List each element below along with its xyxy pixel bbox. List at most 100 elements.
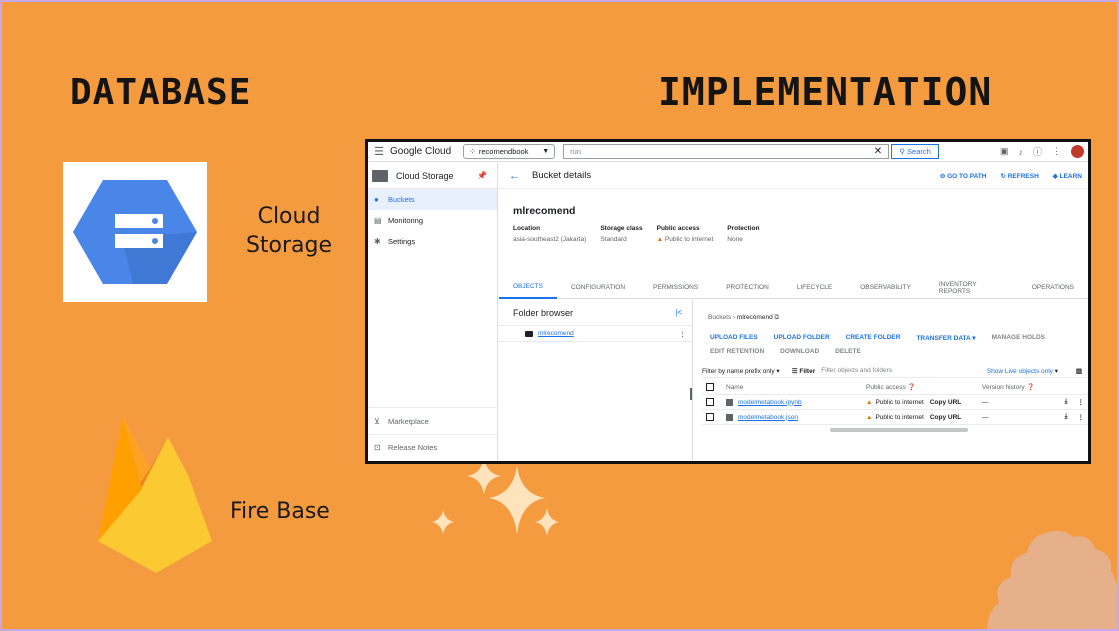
table-row[interactable]: modelmetabook.json ▲ Public to internet Co…: [702, 410, 1088, 425]
sidebar: Cloud Storage 📌 ● Buckets ▤ Monitoring ✱…: [368, 163, 498, 461]
tab-operations[interactable]: OPERATIONS: [1018, 277, 1088, 299]
tab-inventory-reports[interactable]: INVENTORY REPORTS: [925, 277, 1018, 299]
column-header-version-history-label: Version history: [982, 384, 1025, 391]
clear-search-icon[interactable]: ✕: [874, 146, 882, 157]
product-name: Cloud Storage: [396, 170, 454, 181]
select-all-checkbox[interactable]: [706, 383, 714, 391]
refresh-label: REFRESH: [1007, 172, 1039, 180]
sidebar-item-settings[interactable]: ✱ Settings: [368, 231, 497, 252]
sidebar-item-monitoring[interactable]: ▤ Monitoring: [368, 210, 497, 231]
storage-class-key: Storage class: [600, 225, 643, 232]
bucket-icon: [525, 330, 533, 337]
column-header-public-access: Public access ❓: [866, 383, 982, 392]
download-button[interactable]: DOWNLOAD: [780, 348, 819, 355]
warning-icon: ▲: [866, 398, 873, 406]
object-name-cell: modelmetabook.ipynb: [726, 398, 866, 406]
upload-folder-button[interactable]: UPLOAD FOLDER: [774, 334, 830, 342]
filter-input[interactable]: Filter objects and folders: [821, 367, 892, 374]
tab-permissions[interactable]: PERMISSIONS: [639, 277, 712, 299]
download-icon[interactable]: ⤓: [1065, 413, 1068, 421]
console-topbar: ☰ Google Cloud ⁘ recomendbook ▼ run ✕ ⚲ …: [368, 142, 1088, 162]
search-value: run: [570, 147, 581, 156]
row-checkbox[interactable]: [706, 413, 714, 421]
copy-url-button[interactable]: Copy URL: [930, 399, 961, 406]
tab-protection[interactable]: PROTECTION: [712, 277, 783, 299]
public-access-property: Public access ▲ Public to internet: [657, 225, 714, 243]
notifications-icon[interactable]: ♪: [1018, 147, 1023, 157]
column-header-version-history: Version history ❓: [982, 383, 1062, 391]
tab-objects[interactable]: OBJECTS: [499, 277, 557, 299]
copy-url-button[interactable]: Copy URL: [930, 414, 961, 421]
filter-button[interactable]: ☰ Filter: [792, 367, 816, 375]
help-icon[interactable]: ❓: [908, 383, 916, 391]
hamburger-menu-icon[interactable]: ☰: [368, 145, 390, 158]
google-cloud-logo[interactable]: Google Cloud: [390, 146, 451, 157]
search-icon: ⚲: [899, 147, 906, 156]
sidebar-item-marketplace[interactable]: ⊻ Marketplace: [368, 408, 498, 434]
project-selector[interactable]: ⁘ recomendbook ▼: [463, 144, 556, 159]
transfer-data-button[interactable]: TRANSFER DATA ▾: [916, 334, 975, 342]
tab-observability[interactable]: OBSERVABILITY: [846, 277, 925, 299]
collapse-panel-icon[interactable]: |<: [675, 308, 682, 317]
tab-configuration[interactable]: CONFIGURATION: [557, 277, 639, 299]
gear-icon: ✱: [374, 237, 381, 246]
show-dropdown[interactable]: Show Live objects only ▾: [987, 367, 1058, 375]
show-label: Show: [986, 367, 1004, 375]
panel-resize-handle[interactable]: [690, 388, 692, 400]
page-title: Bucket details: [532, 170, 592, 181]
more-vert-icon[interactable]: ⋮: [1078, 413, 1085, 421]
more-vert-icon[interactable]: ⋮: [1052, 146, 1061, 157]
decorative-blob-icon: [987, 530, 1117, 629]
sidebar-item-label: Release Notes: [388, 443, 438, 452]
refresh-button[interactable]: ↻ REFRESH: [1000, 172, 1038, 180]
sidebar-item-label: Buckets: [388, 195, 415, 204]
column-header-name[interactable]: Name: [726, 384, 866, 391]
help-icon[interactable]: ⓘ: [1033, 145, 1042, 158]
back-arrow-icon[interactable]: ←: [509, 170, 520, 182]
object-actions-row-2: EDIT RETENTION DOWNLOAD DELETE: [710, 348, 861, 355]
delete-button[interactable]: DELETE: [835, 348, 861, 355]
create-folder-button[interactable]: CREATE FOLDER: [846, 334, 901, 342]
download-icon[interactable]: ⤓: [1065, 398, 1068, 406]
cloud-console: ☰ Google Cloud ⁘ recomendbook ▼ run ✕ ⚲ …: [368, 142, 1088, 461]
cloud-storage-icon: [372, 169, 388, 182]
more-vert-icon[interactable]: ⋮: [1078, 398, 1085, 406]
manage-holds-button[interactable]: MANAGE HOLDS: [992, 334, 1045, 342]
tab-lifecycle[interactable]: LIFECYCLE: [783, 277, 846, 299]
avatar[interactable]: [1071, 145, 1084, 158]
folder-item[interactable]: mlrecomend ⋮: [499, 326, 692, 342]
cloud-shell-icon[interactable]: ▣: [1000, 146, 1009, 157]
warning-icon: ▲: [866, 413, 873, 421]
more-vert-icon[interactable]: ⋮: [680, 330, 687, 338]
search-input[interactable]: run ✕: [563, 144, 890, 159]
upload-files-button[interactable]: UPLOAD FILES: [710, 334, 758, 342]
location-value: asia-southeast2 (Jakarta): [513, 236, 587, 243]
sidebar-item-buckets[interactable]: ● Buckets: [368, 189, 497, 210]
object-name-link[interactable]: modelmetabook.ipynb: [738, 399, 802, 406]
show-value: Live objects only: [1004, 367, 1053, 375]
column-display-icon[interactable]: ▥: [1076, 367, 1082, 375]
public-access-text: Public to internet: [875, 398, 924, 406]
search-button-label: Search: [907, 147, 931, 156]
breadcrumb-root[interactable]: Buckets: [708, 314, 731, 321]
public-access-value-text: Public to internet: [664, 236, 714, 243]
help-icon[interactable]: ❓: [1026, 384, 1034, 391]
filter-prefix-dropdown[interactable]: Filter by name prefix only ▾: [702, 367, 780, 375]
location-key: Location: [513, 225, 541, 232]
search-button[interactable]: ⚲ Search: [891, 144, 940, 159]
copy-icon[interactable]: ⧉: [775, 314, 780, 321]
cloud-storage-hexagon-icon: [73, 180, 197, 284]
topbar-icons: ▣ ♪ ⓘ ⋮: [1000, 145, 1088, 158]
row-checkbox[interactable]: [706, 398, 714, 406]
pin-icon[interactable]: 📌: [477, 171, 487, 180]
edit-retention-button[interactable]: EDIT RETENTION: [710, 348, 764, 355]
object-name-link[interactable]: modelmetabook.json: [738, 414, 798, 421]
filter-bar: Filter by name prefix only ▾ ☰ Filter Fi…: [702, 364, 1088, 378]
table-row[interactable]: modelmetabook.ipynb ▲ Public to internet C…: [702, 395, 1088, 410]
sidebar-item-release-notes[interactable]: ⊡ Release Notes: [368, 434, 498, 460]
go-to-path-button[interactable]: ⊖ GO TO PATH: [940, 172, 987, 180]
learn-button[interactable]: ◆ LEARN: [1053, 172, 1082, 180]
horizontal-scrollbar[interactable]: [830, 428, 968, 432]
google-cloud-brand-text: Google Cloud: [390, 146, 452, 157]
marketplace-icon: ⊻: [374, 416, 380, 426]
